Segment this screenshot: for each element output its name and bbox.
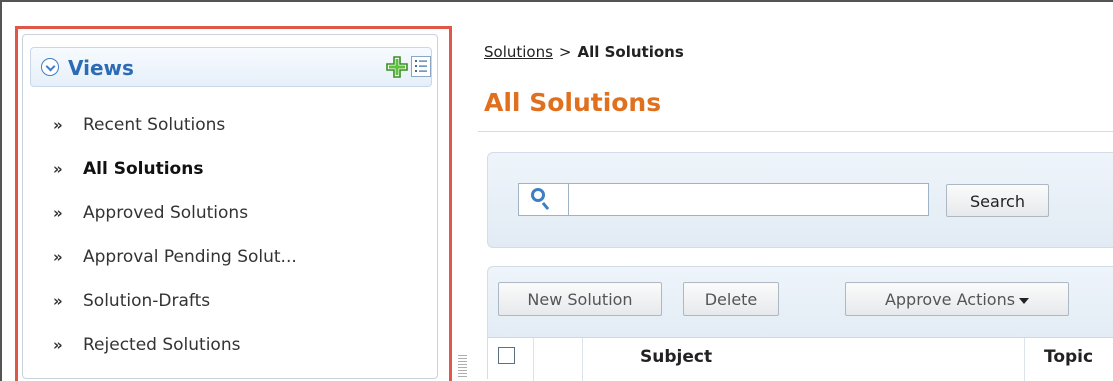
views-header: Views [30, 47, 432, 87]
title-divider [478, 131, 1113, 132]
chevron-down-circle-icon[interactable] [41, 58, 59, 76]
search-icon-cell[interactable] [519, 184, 569, 215]
views-item-all-solutions[interactable]: » All Solutions [23, 147, 439, 191]
views-item-rejected-solutions[interactable]: » Rejected Solutions [23, 323, 439, 367]
views-item-label: Recent Solutions [83, 115, 226, 135]
views-item-label: Rejected Solutions [83, 335, 241, 355]
caret-down-icon [1019, 297, 1030, 304]
double-chevron-icon: » [53, 292, 63, 310]
views-item-label: Solution-Drafts [83, 291, 211, 311]
solutions-table: New Solution Delete Approve Actions Subj… [487, 266, 1113, 381]
double-chevron-icon: » [53, 204, 63, 222]
views-item-solution-drafts[interactable]: » Solution-Drafts [23, 279, 439, 323]
approve-actions-button[interactable]: Approve Actions [845, 282, 1069, 316]
panel-resize-handle[interactable] [458, 355, 467, 379]
list-view-icon[interactable] [411, 56, 431, 77]
views-item-label: All Solutions [83, 159, 204, 179]
select-all-checkbox[interactable] [498, 347, 515, 364]
breadcrumb: Solutions > All Solutions [484, 43, 684, 61]
views-title: Views [68, 56, 134, 80]
search-input[interactable] [569, 184, 928, 215]
search-panel: Search [487, 152, 1113, 248]
delete-button[interactable]: Delete [683, 282, 779, 316]
double-chevron-icon: » [53, 248, 63, 266]
page-title: All Solutions [484, 88, 662, 117]
approve-actions-label: Approve Actions [884, 290, 1016, 309]
double-chevron-icon: » [53, 116, 63, 134]
double-chevron-icon: » [53, 336, 63, 354]
search-icon [531, 188, 545, 202]
column-divider [582, 338, 583, 381]
breadcrumb-separator: > [558, 43, 572, 61]
breadcrumb-link-solutions[interactable]: Solutions [484, 43, 553, 61]
table-header-row: Subject Topic [488, 337, 1113, 381]
column-header-topic[interactable]: Topic [1044, 347, 1093, 367]
column-header-subject[interactable]: Subject [640, 347, 712, 367]
views-item-label: Approved Solutions [83, 203, 249, 223]
views-item-recent-solutions[interactable]: » Recent Solutions [23, 103, 439, 147]
views-item-approval-pending[interactable]: » Approval Pending Solut... [23, 235, 439, 279]
views-item-label: Approval Pending Solut... [83, 247, 297, 267]
breadcrumb-current: All Solutions [577, 43, 684, 61]
views-item-approved-solutions[interactable]: » Approved Solutions [23, 191, 439, 235]
search-box [518, 183, 929, 216]
column-divider [1024, 338, 1025, 381]
column-divider [533, 338, 534, 381]
double-chevron-icon: » [53, 160, 63, 178]
views-list: » Recent Solutions » All Solutions » App… [23, 103, 439, 367]
new-solution-button[interactable]: New Solution [498, 282, 662, 316]
views-panel: Views » Recent Solutions » All Solutions… [22, 34, 438, 379]
search-button[interactable]: Search [946, 184, 1049, 217]
plus-icon[interactable] [386, 56, 408, 78]
